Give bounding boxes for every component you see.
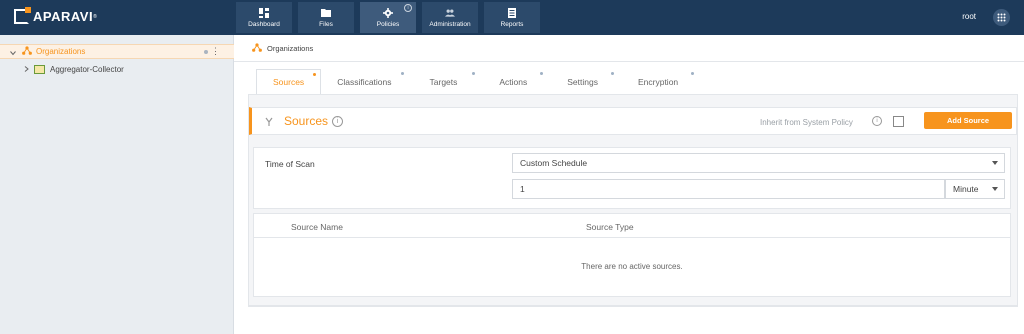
section-title: Sources	[284, 114, 329, 128]
tab-dot	[691, 72, 695, 75]
tab-dot	[313, 73, 317, 76]
tab-targets[interactable]: Targets	[408, 69, 480, 94]
tab-settings[interactable]: Settings	[547, 69, 618, 94]
inherit-label: Inherit from System Policy	[760, 118, 853, 127]
more-options-icon[interactable]: ⋮	[211, 47, 220, 56]
nav-files-label: Files	[319, 20, 333, 28]
organization-icon	[22, 46, 32, 57]
divider	[248, 306, 1018, 307]
main-nav: Dashboard Files i Policies Administratio…	[236, 2, 540, 33]
computer-icon	[34, 65, 45, 74]
unit-select[interactable]: Minute	[945, 179, 1005, 199]
nav-files[interactable]: Files	[298, 2, 354, 33]
tree-item-label: Aggregator-Collector	[50, 65, 124, 74]
tab-sources[interactable]: Sources	[256, 69, 322, 94]
sources-icon	[264, 117, 274, 129]
tab-label: Targets	[429, 76, 458, 87]
nav-policies[interactable]: i Policies	[360, 2, 416, 33]
time-of-scan-label: Time of Scan	[265, 159, 315, 169]
gear-icon	[383, 7, 393, 18]
tree-item-label: Organizations	[36, 47, 86, 56]
sources-table: Source Name Source Type There are no act…	[253, 213, 1011, 297]
brand-name: APARAVI	[33, 9, 94, 24]
breadcrumb: Organizations	[252, 43, 313, 54]
info-icon[interactable]: i	[872, 116, 882, 126]
nav-reports[interactable]: Reports	[484, 2, 540, 33]
tab-label: Encryption	[637, 76, 679, 87]
nav-reports-label: Reports	[500, 20, 524, 28]
tab-actions[interactable]: Actions	[479, 69, 547, 94]
brand-mark: ®	[93, 13, 98, 20]
grid-icon[interactable]	[993, 9, 1010, 26]
nav-policies-label: Policies	[376, 20, 400, 28]
policy-tabs: Sources Classifications Targets Actions …	[256, 69, 698, 94]
empty-message: There are no active sources.	[581, 262, 683, 271]
caret-down-icon	[992, 161, 998, 165]
add-source-button[interactable]: Add Source	[924, 112, 1012, 129]
tree-item-organizations[interactable]: Organizations ⋮	[0, 44, 234, 59]
logo[interactable]: APARAVI ®	[14, 7, 98, 24]
divider	[234, 61, 1024, 62]
nav-dashboard[interactable]: Dashboard	[236, 2, 292, 33]
logo-mark-icon	[14, 7, 31, 24]
sidebar: Organizations ⋮ Aggregator-Collector	[0, 35, 234, 334]
tab-label: Actions	[499, 76, 528, 87]
tab-classifications[interactable]: Classifications	[321, 69, 407, 94]
chevron-down-icon[interactable]	[10, 49, 16, 55]
column-header-source-name[interactable]: Source Name	[291, 222, 343, 232]
column-header-source-type[interactable]: Source Type	[586, 222, 634, 232]
user-name[interactable]: root	[962, 12, 976, 21]
chevron-right-icon[interactable]	[24, 65, 29, 74]
tab-label: Settings	[567, 76, 598, 87]
schedule-value: Custom Schedule	[520, 158, 588, 168]
interval-value: 1	[520, 184, 525, 194]
interval-input[interactable]: 1	[512, 179, 945, 199]
organization-icon	[252, 43, 262, 54]
users-icon	[445, 8, 455, 18]
nav-dashboard-label: Dashboard	[248, 20, 280, 28]
tab-dot	[472, 72, 476, 75]
tree-item-aggregator-collector[interactable]: Aggregator-Collector	[24, 65, 124, 74]
status-dot	[204, 50, 208, 54]
tab-encryption[interactable]: Encryption	[618, 69, 698, 94]
folder-icon	[321, 8, 331, 18]
unit-value: Minute	[953, 184, 979, 194]
tab-dot	[540, 72, 544, 75]
nav-administration-label: Administration	[429, 20, 471, 28]
inherit-checkbox[interactable]	[893, 116, 904, 127]
dashboard-icon	[259, 7, 269, 18]
breadcrumb-label[interactable]: Organizations	[267, 44, 313, 53]
top-bar: APARAVI ® Dashboard Files i Policies Adm…	[0, 0, 1024, 35]
tab-dot	[400, 72, 404, 75]
schedule-select[interactable]: Custom Schedule	[512, 153, 1005, 173]
time-of-scan-card: Time of Scan Custom Schedule 1 Minute	[253, 147, 1011, 209]
tab-label: Sources	[273, 77, 305, 87]
tab-dot	[610, 72, 614, 75]
section-header: Sources i Inherit from System Policy i A…	[249, 107, 1017, 135]
nav-administration[interactable]: Administration	[422, 2, 478, 33]
info-icon[interactable]: i	[332, 116, 343, 127]
caret-down-icon	[992, 187, 998, 191]
divider	[254, 237, 1010, 238]
sources-panel: Sources i Inherit from System Policy i A…	[248, 94, 1018, 306]
info-icon[interactable]: i	[404, 4, 412, 12]
tab-label: Classifications	[337, 76, 392, 87]
report-icon	[507, 7, 517, 18]
